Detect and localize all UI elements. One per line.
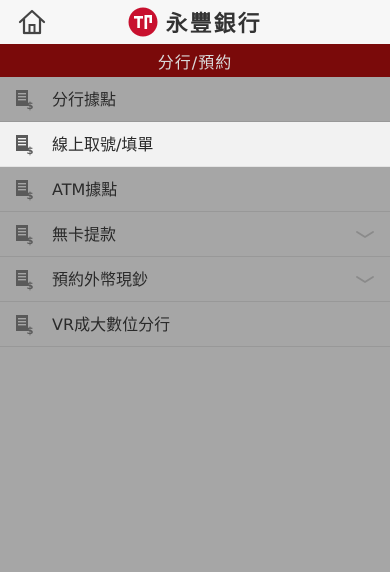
brand: 永豐銀行 (128, 6, 262, 38)
menu-item-label: 無卡提款 (52, 225, 117, 244)
menu-item-atm-locations[interactable]: $ ATM據點 (0, 167, 390, 212)
document-dollar-icon: $ (16, 90, 34, 111)
menu-item-label: 預約外幣現鈔 (52, 270, 149, 289)
menu-item-branch-locations[interactable]: $ 分行據點 (0, 77, 390, 122)
section-title-bar: 分行/預約 (0, 44, 390, 77)
bank-logo-icon (128, 7, 158, 37)
chevron-down-icon[interactable] (354, 273, 376, 287)
document-dollar-icon: $ (16, 270, 34, 291)
menu-item-label: VR成大數位分行 (52, 315, 171, 334)
menu-item-label: ATM據點 (52, 180, 118, 199)
menu-item-label: 線上取號/填單 (52, 135, 154, 154)
home-button[interactable] (14, 6, 50, 38)
app-root: 永豐銀行 分行/預約 $ 分行據點 $ 線上取號/填單 $ ATM據點 $ 無卡… (0, 0, 390, 572)
document-dollar-icon: $ (16, 315, 34, 336)
menu-item-vr-digital-branch[interactable]: $ VR成大數位分行 (0, 302, 390, 347)
menu-item-foreign-cash-reservation[interactable]: $ 預約外幣現鈔 (0, 257, 390, 302)
chevron-down-icon[interactable] (354, 228, 376, 242)
section-title: 分行/預約 (157, 52, 233, 72)
svg-text:$: $ (27, 146, 34, 156)
svg-text:$: $ (27, 191, 34, 201)
menu-item-online-ticket[interactable]: $ 線上取號/填單 (0, 122, 390, 167)
menu-list: $ 分行據點 $ 線上取號/填單 $ ATM據點 $ 無卡提款 $ 預約外幣現鈔… (0, 77, 390, 572)
document-dollar-icon: $ (16, 135, 34, 156)
home-icon (18, 9, 46, 35)
menu-item-cardless-withdrawal[interactable]: $ 無卡提款 (0, 212, 390, 257)
bank-name: 永豐銀行 (166, 12, 263, 37)
menu-item-label: 分行據點 (52, 90, 117, 109)
document-dollar-icon: $ (16, 225, 34, 246)
svg-text:$: $ (27, 281, 34, 291)
svg-text:$: $ (27, 101, 34, 111)
header-bar: 永豐銀行 (0, 0, 390, 44)
svg-text:$: $ (27, 326, 34, 336)
svg-text:$: $ (27, 236, 34, 246)
document-dollar-icon: $ (16, 180, 34, 201)
